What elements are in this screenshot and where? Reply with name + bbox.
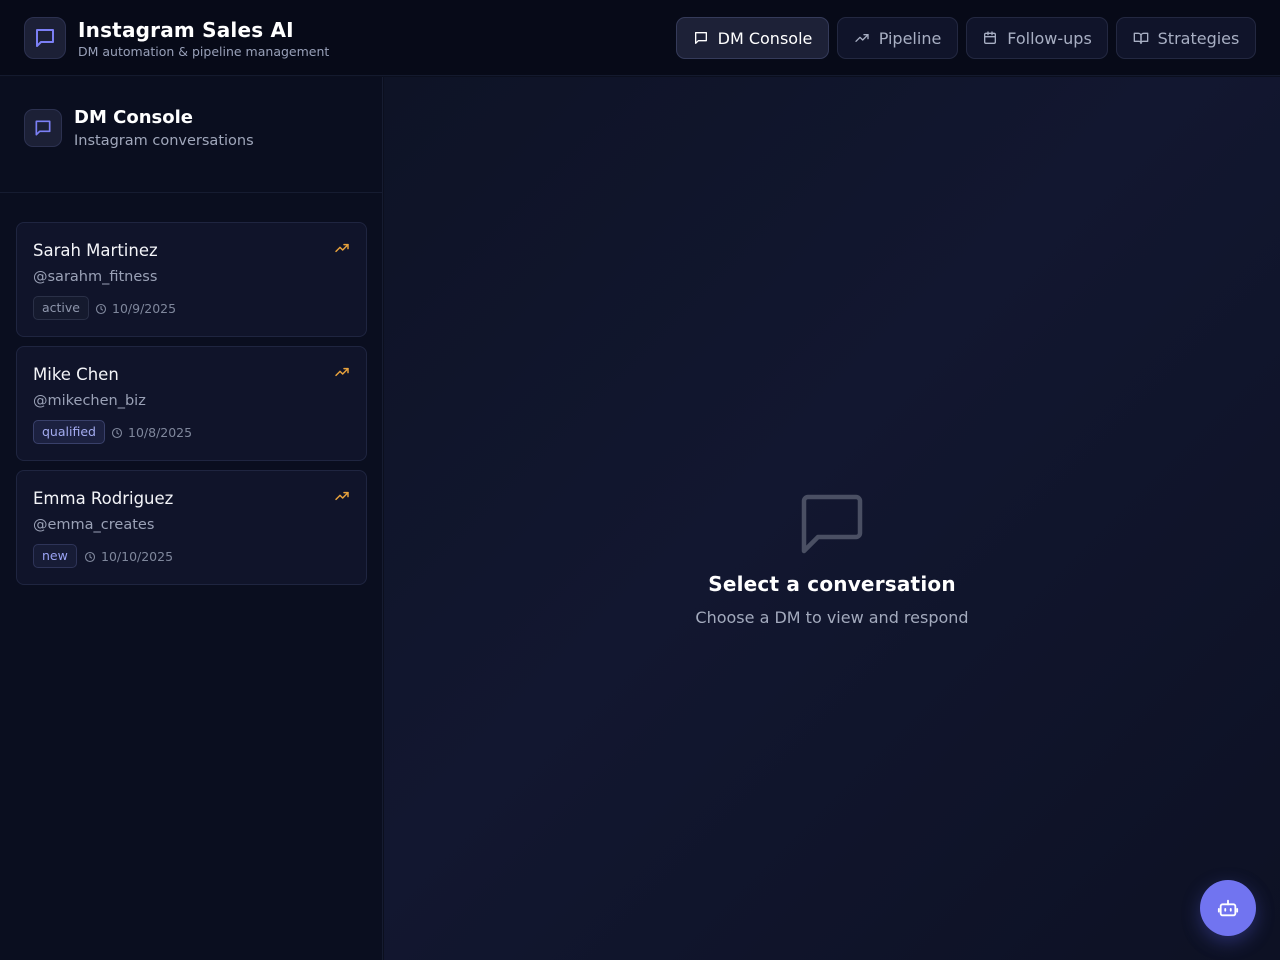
app-title: Instagram Sales AI (78, 18, 294, 42)
sidebar-header: DM Console Instagram conversations (0, 77, 383, 193)
conversation-name: Mike Chen (33, 365, 119, 384)
sidebar-subtitle: Instagram conversations (74, 133, 254, 149)
conversation-handle: @sarahm_fitness (33, 269, 158, 285)
status-badge: active (33, 296, 89, 320)
conversation-handle: @emma_creates (33, 517, 155, 533)
tab-label: Pipeline (878, 28, 942, 48)
conversation-name: Emma Rodriguez (33, 489, 174, 508)
app-logo (24, 17, 66, 59)
sidebar-logo (24, 109, 62, 147)
tab-label: Follow-ups (1007, 28, 1092, 48)
bot-icon (1217, 899, 1239, 917)
trending-up-icon (335, 243, 349, 253)
conversation-sidebar: DM Console Instagram conversations Sarah… (0, 77, 383, 960)
conversation-date: 10/8/2025 (111, 425, 192, 440)
tab-follow-ups[interactable]: Follow-ups (966, 17, 1108, 59)
conversation-card[interactable]: Mike Chen @mikechen_biz qualified 10/8/2… (16, 346, 367, 461)
app-header: Instagram Sales AI DM automation & pipel… (0, 0, 1280, 76)
clock-icon (95, 303, 107, 314)
ai-assistant-button[interactable] (1200, 880, 1256, 936)
date-text: 10/9/2025 (112, 301, 177, 316)
tab-dm-console[interactable]: DM Console (676, 17, 829, 59)
conversation-date: 10/9/2025 (95, 301, 176, 316)
book-open-icon (1133, 32, 1148, 44)
date-text: 10/10/2025 (101, 549, 174, 564)
conversation-card[interactable]: Emma Rodriguez @emma_creates new 10/10/2… (16, 470, 367, 585)
status-badge: new (33, 544, 77, 568)
tab-strategies[interactable]: Strategies (1116, 17, 1256, 59)
date-text: 10/8/2025 (128, 425, 193, 440)
status-badge: qualified (33, 420, 105, 444)
clock-icon (84, 551, 96, 562)
tab-pipeline[interactable]: Pipeline (837, 17, 958, 59)
message-square-icon (35, 120, 51, 136)
trending-up-icon (855, 34, 869, 42)
clock-icon (111, 427, 123, 438)
message-square-icon (801, 494, 863, 554)
conversation-panel: Select a conversation Choose a DM to vie… (384, 77, 1280, 960)
conversation-date: 10/10/2025 (84, 549, 173, 564)
conversation-name: Sarah Martinez (33, 241, 158, 260)
message-square-icon (694, 31, 707, 44)
tab-label: Strategies (1157, 28, 1240, 48)
app-subtitle: DM automation & pipeline management (78, 44, 330, 59)
conversation-handle: @mikechen_biz (33, 393, 146, 409)
trending-up-icon (335, 491, 349, 501)
calendar-icon (984, 31, 997, 44)
sidebar-title: DM Console (74, 107, 193, 128)
empty-state-title: Select a conversation (708, 572, 956, 596)
conversation-card[interactable]: Sarah Martinez @sarahm_fitness active 10… (16, 222, 367, 337)
message-square-icon (36, 29, 54, 47)
empty-state-subtitle: Choose a DM to view and respond (695, 608, 969, 627)
trending-up-icon (335, 367, 349, 377)
tab-label: DM Console (717, 28, 813, 48)
